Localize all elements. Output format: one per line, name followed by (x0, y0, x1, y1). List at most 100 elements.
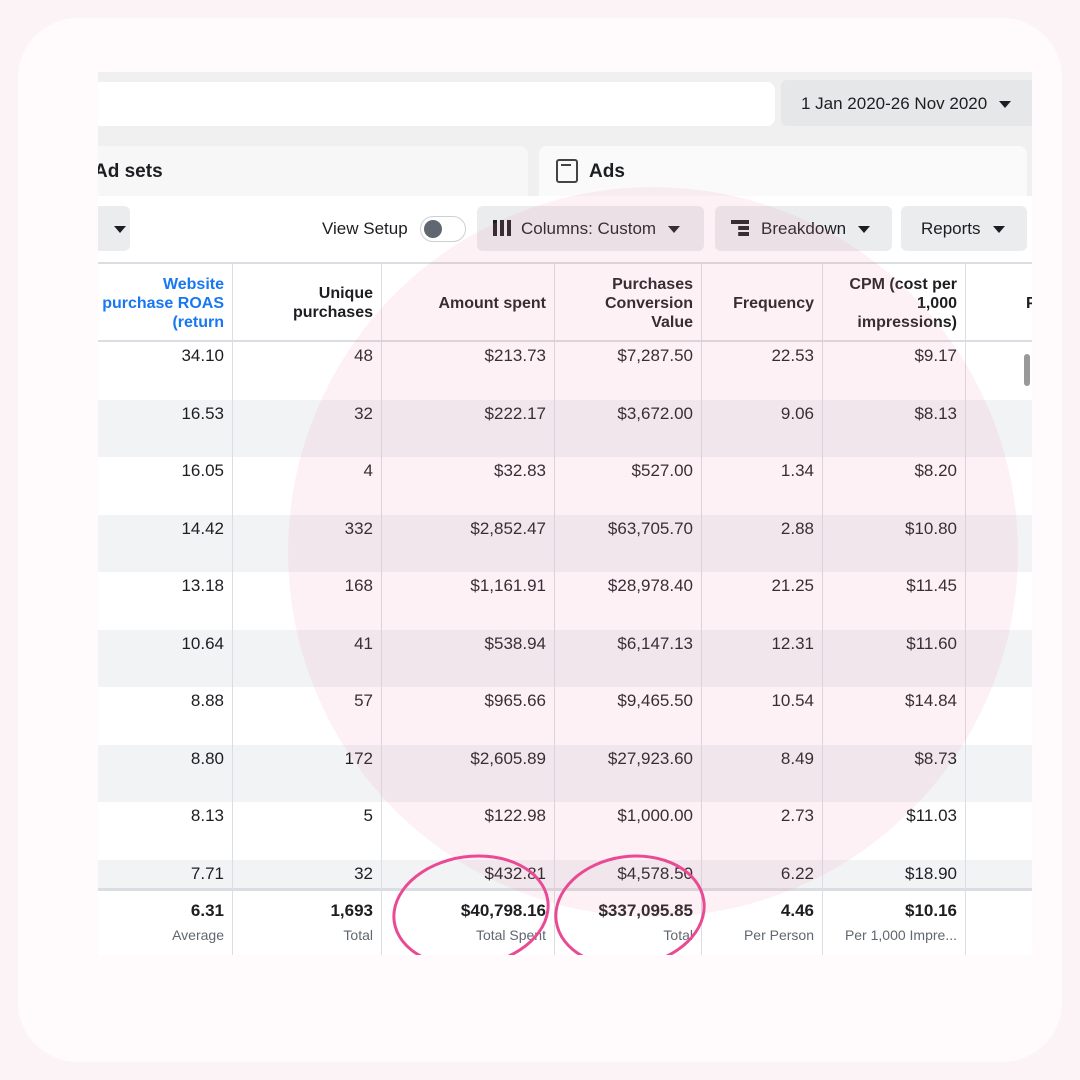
table-cell: 2.73 (702, 802, 823, 860)
chevron-down-icon (999, 101, 1012, 109)
table-row[interactable]: 8.80 172 $2,605.89 $27,923.60 8.49 $8.73 (98, 744, 1032, 802)
chevron-down-icon (992, 226, 1005, 234)
table-cell: $10.80 (823, 514, 966, 572)
table-cell: $527.00 (555, 457, 702, 515)
top-bar: 1 Jan 2020-26 Nov 2020 (98, 72, 1032, 146)
table-cell: 34.10 (98, 342, 233, 400)
column-header-next[interactable]: P (966, 264, 1032, 342)
table-cell: $3,672.00 (555, 399, 702, 457)
table-cell: $6,147.13 (555, 629, 702, 687)
table-cell: $11.45 (823, 572, 966, 630)
table-cell: 8.13 (98, 802, 233, 860)
total-value: 6.31 (190, 901, 224, 920)
date-range-button[interactable]: 1 Jan 2020-26 Nov 2020 (781, 80, 1032, 126)
columns-button[interactable]: Columns: Custom (477, 206, 704, 251)
total-label: Total (343, 927, 373, 943)
total-cell: $40,798.16 Total Spent (382, 891, 555, 955)
reports-button[interactable]: Reports (901, 206, 1027, 251)
columns-icon (493, 220, 511, 236)
table-cell: $213.73 (382, 342, 555, 400)
breakdown-button[interactable]: Breakdown (715, 206, 892, 251)
total-cell: $337,095.85 Total (555, 891, 702, 955)
total-cell: $10.16 Per 1,000 Impre... (823, 891, 966, 955)
table-row[interactable]: 16.05 4 $32.83 $527.00 1.34 $8.20 (98, 457, 1032, 515)
table-cell: 2.88 (702, 514, 823, 572)
column-header-roas[interactable]: Website purchase ROAS (return (98, 264, 233, 342)
table-cell: 8.88 (98, 687, 233, 745)
table-cell: $1,161.91 (382, 572, 555, 630)
table-row[interactable]: 10.64 41 $538.94 $6,147.13 12.31 $11.60 (98, 629, 1032, 687)
table-row[interactable]: 16.53 32 $222.17 $3,672.00 9.06 $8.13 (98, 399, 1032, 457)
table-cell: 41 (233, 629, 382, 687)
total-cell: 4.46 Per Person (702, 891, 823, 955)
header-label: P (1026, 294, 1032, 312)
total-value: $10.16 (905, 901, 957, 920)
table-cell: 14.42 (98, 514, 233, 572)
toolbar: View Setup Columns: Custom Breakdown Rep… (98, 196, 1032, 262)
table-cell: 32 (233, 399, 382, 457)
level-tabs: Ad sets Ads (98, 146, 1032, 196)
total-label: Total Spent (475, 927, 546, 943)
header-label: Unique purchases (292, 285, 373, 321)
table-cell: 57 (233, 687, 382, 745)
table-row[interactable]: 34.10 48 $213.73 $7,287.50 22.53 $9.17 (98, 342, 1032, 400)
column-header-frequency[interactable]: Frequency (702, 264, 823, 342)
table-cell: $1,000.00 (555, 802, 702, 860)
ad-icon (556, 159, 578, 183)
tab-label: Ad sets (98, 161, 163, 182)
table-cell: $27,923.60 (555, 744, 702, 802)
table-row[interactable]: 14.42 332 $2,852.47 $63,705.70 2.88 $10.80 (98, 514, 1032, 572)
table-cell: $28,978.40 (555, 572, 702, 630)
table-cell: 48 (233, 342, 382, 400)
table-cell: 9.06 (702, 399, 823, 457)
table-cell: 8.80 (98, 744, 233, 802)
table-cell: $2,605.89 (382, 744, 555, 802)
table-cell: 16.53 (98, 399, 233, 457)
header-label: Frequency (733, 294, 814, 312)
search-input[interactable] (98, 82, 775, 126)
total-value: $40,798.16 (460, 901, 546, 920)
table-cell: 10.54 (702, 687, 823, 745)
header-label: Amount spent (438, 294, 546, 312)
table-cell: $122.98 (382, 802, 555, 860)
total-value: 4.46 (780, 901, 814, 920)
dropdown-button[interactable] (98, 206, 130, 251)
table-cell: 16.05 (98, 457, 233, 515)
columns-label: Columns: Custom (521, 219, 657, 238)
table-cell: 22.53 (702, 342, 823, 400)
scrollbar[interactable] (1024, 354, 1030, 386)
table-cell: 172 (233, 744, 382, 802)
table-row[interactable]: 13.18 168 $1,161.91 $28,978.40 21.25 $11.45 (98, 572, 1032, 630)
table-cell: 8.49 (702, 744, 823, 802)
column-header-amount-spent[interactable]: Amount spent (382, 264, 555, 342)
table-cell: 4 (233, 457, 382, 515)
table-cell: $2,852.47 (382, 514, 555, 572)
table-cell: $7,287.50 (555, 342, 702, 400)
chevron-down-icon (114, 226, 126, 234)
table-cell: 21.25 (702, 572, 823, 630)
tab-label: Ads (589, 161, 625, 182)
column-header-conversion-value[interactable]: Purchases Conversion Value (555, 264, 702, 342)
total-value: $337,095.85 (598, 901, 693, 920)
header-label: Website purchase ROAS (return (102, 275, 224, 331)
table-cell: 168 (233, 572, 382, 630)
table-row[interactable]: 8.13 5 $122.98 $1,000.00 2.73 $11.03 (98, 802, 1032, 860)
tab-ads[interactable]: Ads (539, 146, 1027, 196)
total-label: Per 1,000 Impre... (844, 927, 957, 943)
tab-ad-sets[interactable]: Ad sets (98, 146, 528, 196)
total-cell: 6.31 Average (98, 891, 233, 955)
reports-label: Reports (921, 219, 981, 238)
column-header-cpm[interactable]: CPM (cost per 1,000 impressions) (823, 264, 966, 342)
total-label: Total (663, 927, 693, 943)
table-row[interactable]: 8.88 57 $965.66 $9,465.50 10.54 $14.84 (98, 687, 1032, 745)
chevron-down-icon (668, 226, 681, 234)
total-label: Per Person (743, 927, 814, 943)
column-header-unique-purchases[interactable]: Unique purchases (233, 264, 382, 342)
view-setup-label: View Setup (322, 219, 408, 238)
table-cell: 1.34 (702, 457, 823, 515)
table-cell: $538.94 (382, 629, 555, 687)
breakdown-label: Breakdown (761, 219, 847, 238)
view-setup-toggle[interactable] (420, 216, 466, 242)
breakdown-icon (731, 220, 749, 236)
table-cell: 12.31 (702, 629, 823, 687)
